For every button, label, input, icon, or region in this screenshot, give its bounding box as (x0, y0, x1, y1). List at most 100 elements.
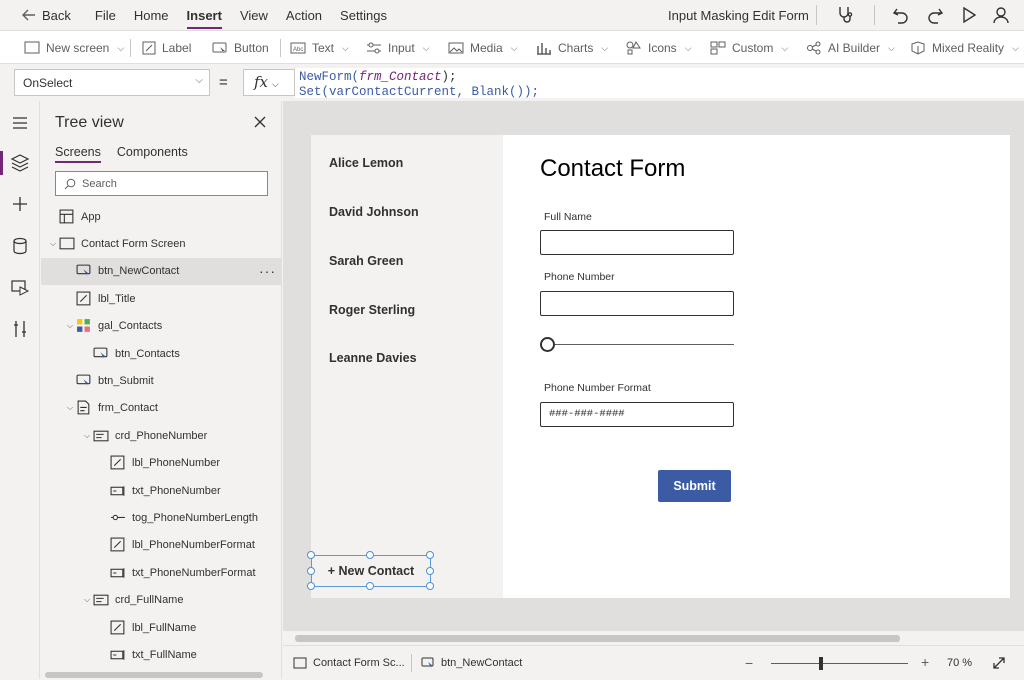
gallery-item[interactable]: David Johnson (329, 205, 419, 219)
input-button[interactable]: Input ⌵ (366, 31, 430, 65)
chevron-down-icon[interactable]: ⌵ (64, 403, 76, 413)
phone-length-toggle-track[interactable] (548, 344, 734, 345)
fx-button[interactable]: fx ⌵ (243, 69, 295, 96)
tab-screens[interactable]: Screens (55, 145, 101, 163)
insert-ribbon: New screen ⌵ Label Button Abc Text ⌵ Input… (0, 30, 1024, 64)
expand-icon[interactable] (991, 655, 1007, 671)
data-icon[interactable] (10, 236, 30, 256)
full-name-input[interactable] (540, 230, 734, 255)
menu-action[interactable]: Action (286, 8, 322, 23)
mixed-reality-button[interactable]: Mixed Reality ⌵ (910, 31, 1019, 65)
undo-icon[interactable] (891, 5, 911, 25)
chevron-down-icon: ⌵ (1012, 42, 1019, 53)
tree-item-label: btn_NewContact (98, 265, 180, 278)
screen-breadcrumb[interactable]: Contact Form Sc... (293, 646, 405, 680)
tree-item[interactable]: lbl_PhoneNumber (41, 450, 282, 477)
new-screen-icon (24, 41, 40, 54)
gallery-item[interactable]: Sarah Green (329, 254, 403, 268)
redo-icon[interactable] (925, 5, 945, 25)
charts-button[interactable]: Charts ⌵ (536, 31, 608, 65)
button-button[interactable]: Button (212, 31, 269, 65)
divider (280, 39, 281, 57)
tree-item[interactable]: btn_Submit (41, 367, 282, 394)
text-button[interactable]: Abc Text ⌵ (290, 31, 349, 65)
hamburger-icon[interactable] (10, 113, 30, 133)
close-icon[interactable] (253, 115, 267, 129)
tree-item[interactable]: ⌵ gal_Contacts (41, 313, 282, 340)
tree-scrollbar[interactable] (45, 672, 263, 678)
resize-handle[interactable] (426, 567, 434, 575)
chevron-down-icon[interactable]: ⌵ (47, 239, 59, 249)
tree-item[interactable]: lbl_PhoneNumberFormat (41, 532, 282, 559)
menu-settings[interactable]: Settings (340, 8, 387, 23)
insert-plus-icon[interactable] (10, 194, 30, 214)
zoom-in-button[interactable]: + (921, 654, 929, 670)
zoom-slider[interactable] (771, 663, 908, 664)
play-icon[interactable] (959, 5, 979, 25)
icons-button[interactable]: Icons ⌵ (626, 31, 692, 65)
custom-button[interactable]: Custom ⌵ (710, 31, 788, 65)
phone-format-input[interactable]: ###-###-#### (540, 402, 734, 427)
user-icon[interactable] (991, 5, 1011, 25)
phone-length-toggle-knob[interactable] (540, 337, 555, 352)
resize-handle[interactable] (307, 582, 315, 590)
media-icon[interactable] (10, 277, 30, 297)
divider (816, 5, 817, 25)
ai-builder-button[interactable]: AI Builder ⌵ (806, 31, 895, 65)
resize-handle[interactable] (307, 567, 315, 575)
new-screen-button[interactable]: New screen ⌵ (24, 31, 124, 65)
menu-file[interactable]: File (95, 8, 116, 23)
chevron-down-icon[interactable]: ⌵ (64, 321, 76, 331)
tree-item[interactable]: txt_PhoneNumberFormat (41, 559, 282, 586)
tab-components[interactable]: Components (117, 145, 188, 163)
scrollbar-thumb[interactable] (295, 635, 900, 642)
zoom-out-button[interactable]: − (745, 655, 753, 671)
menu-insert[interactable]: Insert (186, 8, 223, 29)
zoom-slider-thumb[interactable] (819, 657, 823, 670)
canvas-horizontal-scrollbar[interactable] (283, 632, 1024, 644)
tree-item[interactable]: App (41, 203, 282, 230)
menu-home[interactable]: Home (134, 8, 169, 23)
tree-view-icon[interactable] (10, 153, 30, 173)
chevron-down-icon[interactable]: ⌵ (81, 431, 93, 441)
stethoscope-icon[interactable] (836, 5, 856, 25)
submit-button[interactable]: Submit (658, 470, 731, 502)
gallery-item[interactable]: Alice Lemon (329, 156, 403, 170)
tree-item[interactable]: tog_PhoneNumberLength (41, 504, 282, 531)
gallery-item[interactable]: Roger Sterling (329, 303, 415, 317)
more-options-icon[interactable]: ··· (259, 263, 276, 279)
tree-item[interactable]: ⌵ crd_PhoneNumber (41, 422, 282, 449)
resize-handle[interactable] (307, 551, 315, 559)
tree-item[interactable]: ⌵ Contact Form Screen (41, 230, 282, 257)
tree-item-label: lbl_PhoneNumberFormat (132, 539, 255, 552)
search-input[interactable]: Search (55, 171, 268, 196)
tree-item[interactable]: txt_FullName (41, 641, 282, 668)
gallery-item[interactable]: Leanne Davies (329, 351, 417, 365)
tree-item[interactable]: lbl_FullName (41, 614, 282, 641)
control-breadcrumb[interactable]: btn_NewContact (421, 646, 522, 680)
tree-item[interactable]: lbl_Title (41, 285, 282, 312)
menu-view[interactable]: View (240, 8, 268, 23)
tree-item-label: Contact Form Screen (81, 237, 186, 250)
tree-item[interactable]: txt_PhoneNumber (41, 477, 282, 504)
tools-icon[interactable] (10, 319, 30, 339)
chevron-down-icon[interactable]: ⌵ (81, 595, 93, 605)
resize-handle[interactable] (366, 551, 374, 559)
resize-handle[interactable] (426, 582, 434, 590)
tree-item[interactable]: btn_Contacts (41, 340, 282, 367)
formula-editor[interactable]: NewForm(frm_Contact); Set(varContactCurr… (295, 68, 1024, 98)
tree-item[interactable]: ⌵ crd_FullName (41, 587, 282, 614)
phone-number-input[interactable] (540, 291, 734, 316)
chevron-down-icon: ⌵ (888, 42, 895, 53)
ribbon-label: Charts (558, 41, 594, 55)
resize-handle[interactable] (426, 551, 434, 559)
resize-handle[interactable] (366, 582, 374, 590)
tree-item[interactable]: ⌵ frm_Contact (41, 395, 282, 422)
property-dropdown[interactable]: OnSelect ⌵ (14, 69, 210, 96)
ai-builder-icon (807, 41, 821, 55)
media-button[interactable]: Media ⌵ (448, 31, 518, 65)
label-button[interactable]: Label (142, 31, 191, 65)
gallery-icon (77, 319, 90, 332)
back-button[interactable]: Back (22, 8, 71, 23)
tree-item[interactable]: btn_NewContact ··· (41, 257, 282, 285)
